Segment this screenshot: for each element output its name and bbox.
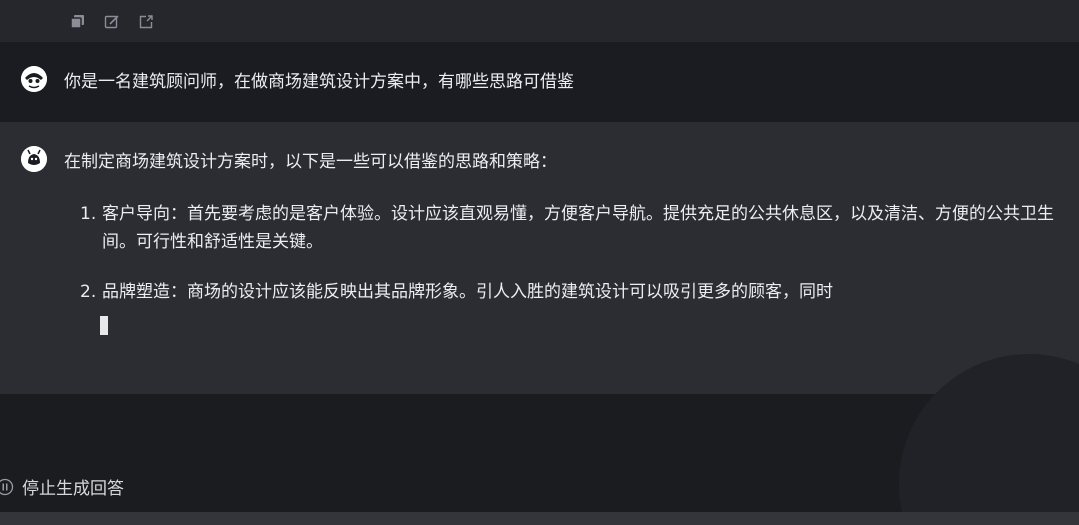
list-item-text: 客户导向：首先要考虑的是客户体验。设计应该直观易懂，方便客户导航。提供充足的公共… xyxy=(102,204,1054,252)
stop-generating-button[interactable]: 停止生成回答 xyxy=(0,474,124,499)
input-area-edge xyxy=(0,512,1079,525)
copy-icon[interactable] xyxy=(70,14,86,30)
user-avatar-icon xyxy=(21,66,47,92)
message-toolbar xyxy=(0,0,1079,42)
list-item: 1. 客户导向：首先要考虑的是客户体验。设计应该直观易懂，方便客户导航。提供充足… xyxy=(80,200,1065,256)
strategy-list: 1. 客户导向：首先要考虑的是客户体验。设计应该直观易懂，方便客户导航。提供充足… xyxy=(80,200,1065,328)
list-item-text: 品牌塑造：商场的设计应该能反映出其品牌形象。引人入胜的建筑设计可以吸引更多的顾客… xyxy=(102,282,833,302)
stop-generating-label: 停止生成回答 xyxy=(22,479,124,499)
assistant-intro-text: 在制定商场建筑设计方案时，以下是一些可以借鉴的思路和策略： xyxy=(64,152,557,172)
list-item-number: 2. xyxy=(80,282,97,302)
edit-icon[interactable] xyxy=(104,14,120,30)
pause-circle-icon xyxy=(0,478,14,496)
share-icon[interactable] xyxy=(138,14,154,30)
typing-cursor xyxy=(100,316,108,335)
assistant-avatar-icon xyxy=(21,146,47,172)
bottom-area xyxy=(0,354,1079,525)
list-item-number: 1. xyxy=(80,204,97,224)
user-message-text: 你是一名建筑顾问师，在做商场建筑设计方案中，有哪些思路可借鉴 xyxy=(64,72,574,92)
list-item: 2. 品牌塑造：商场的设计应该能反映出其品牌形象。引人入胜的建筑设计可以吸引更多… xyxy=(80,278,1065,306)
chat-page: 你是一名建筑顾问师，在做商场建筑设计方案中，有哪些思路可借鉴 在制定商场建筑设计… xyxy=(0,0,1079,525)
